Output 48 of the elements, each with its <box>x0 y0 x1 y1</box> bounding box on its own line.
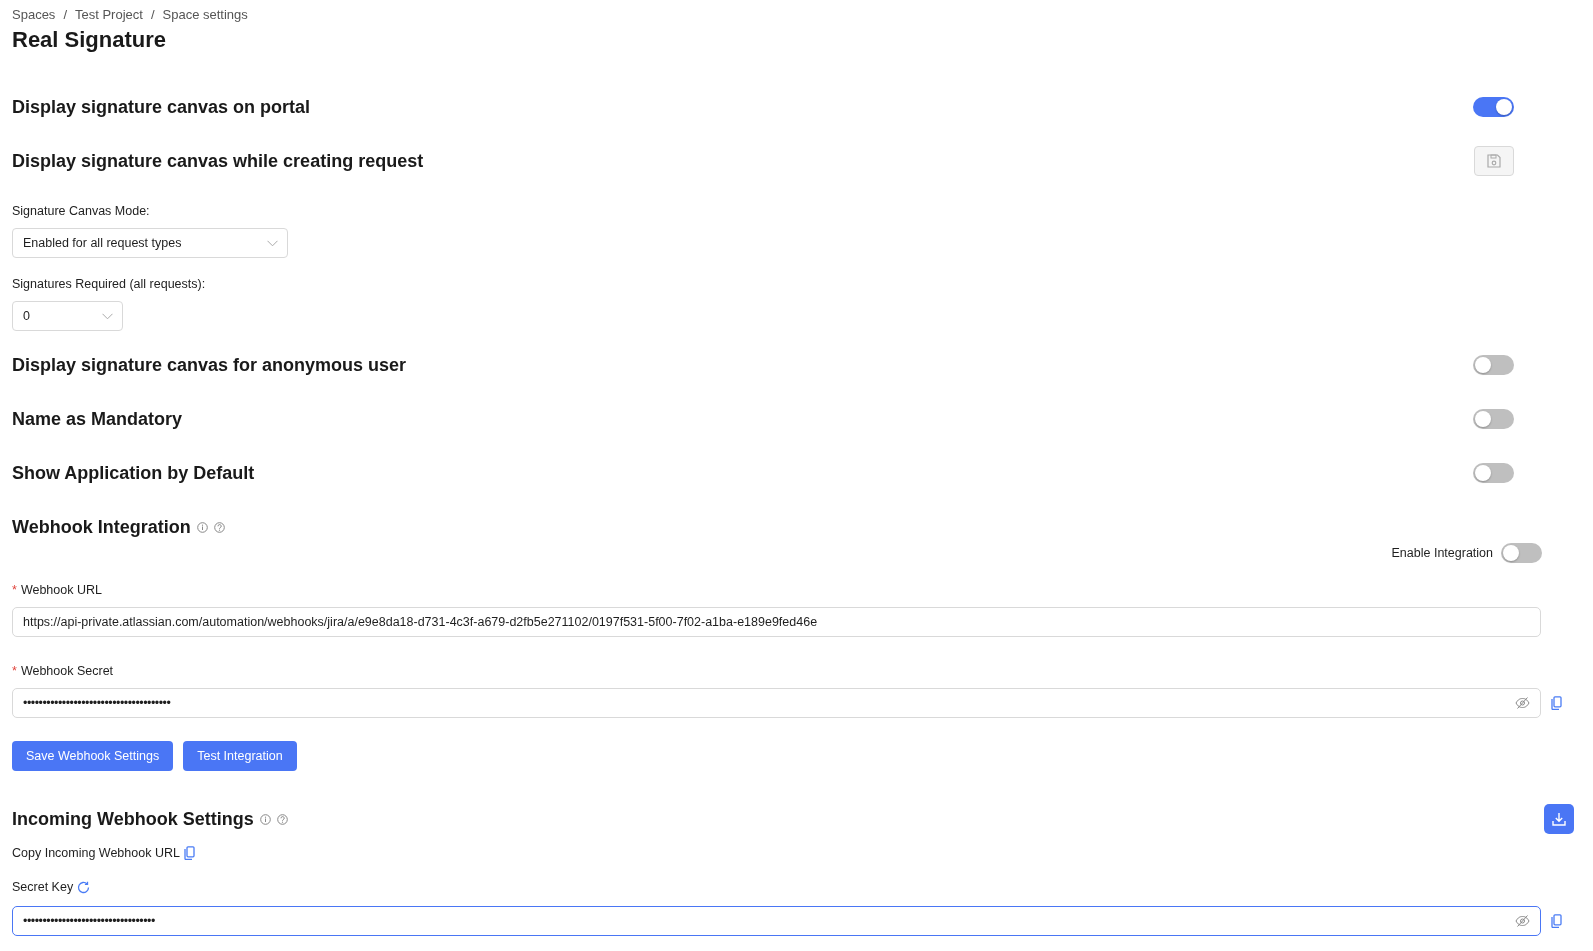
refresh-icon[interactable] <box>77 880 91 894</box>
setting-title: Display signature canvas on portal <box>12 96 311 118</box>
download-icon <box>1552 812 1566 826</box>
toggle-switch[interactable] <box>1501 543 1542 563</box>
dropdown-select[interactable]: 0 <box>12 301 123 331</box>
breadcrumb-link[interactable]: Test Project <box>75 6 143 24</box>
input-field[interactable]: •••••••••••••••••••••••••••••••••••••• <box>12 688 1541 718</box>
copy-icon[interactable] <box>183 846 195 860</box>
required-asterisk: * <box>12 582 17 599</box>
info-icon <box>259 813 271 825</box>
hidden-eye-icon[interactable] <box>1515 697 1530 709</box>
setting-title: Name as Mandatory <box>12 408 183 430</box>
breadcrumb-link[interactable]: Spaces <box>12 6 56 24</box>
toggle-switch[interactable] <box>1473 463 1514 483</box>
breadcrumb-separator: / <box>150 6 155 24</box>
toggle-switch[interactable] <box>1473 97 1514 117</box>
help-icon <box>213 521 225 533</box>
copy-url-label: Copy Incoming Webhook URL <box>12 845 180 862</box>
setting-title: Display signature canvas for anonymous user <box>12 354 407 376</box>
setting-title: Display signature canvas while creating request <box>12 150 424 172</box>
input-field[interactable]: •••••••••••••••••••••••••••••••••• <box>12 906 1541 936</box>
toggle-label: Enable Integration <box>1391 546 1493 560</box>
field-label: Signatures Required (all requests): <box>12 276 207 293</box>
toggle-switch[interactable] <box>1473 355 1514 375</box>
section-title: Incoming Webhook Settings <box>12 808 254 830</box>
required-asterisk: * <box>12 663 17 680</box>
breadcrumb-link[interactable]: Space settings <box>162 6 248 24</box>
input-field[interactable]: https://api-private.atlassian.com/automation/webhooks/jira/a/e9e8da18-d731-4c3f-a679-d2fb5e271102/0197f531-5f00-7f02-a1ba-e189e9fed46e <box>12 607 1541 637</box>
section-title: Webhook Integration <box>12 516 191 538</box>
field-label: Signature Canvas Mode: <box>12 203 151 220</box>
download-button[interactable] <box>1544 804 1574 834</box>
field-label: Webhook Secret <box>20 663 114 680</box>
dropdown-select[interactable]: Enabled for all request types <box>12 228 288 258</box>
test-integration-button[interactable]: Test Integration <box>183 741 297 771</box>
field-label: Webhook URL <box>20 582 102 599</box>
setting-title: Show Application by Default <box>12 462 255 484</box>
chevron-down-icon <box>267 239 278 247</box>
save-settings-button[interactable]: Save Webhook Settings <box>12 741 174 771</box>
page-title: Real Signature <box>12 26 168 54</box>
field-label: Secret Key <box>12 879 74 896</box>
breadcrumb-separator: / <box>63 6 67 24</box>
help-icon <box>276 813 288 825</box>
hidden-eye-icon[interactable] <box>1515 915 1530 927</box>
copy-icon[interactable] <box>1551 914 1562 928</box>
chevron-down-icon <box>102 312 113 320</box>
copy-icon[interactable] <box>1551 696 1562 710</box>
info-icon <box>196 521 208 533</box>
toggle-switch[interactable] <box>1473 409 1514 429</box>
